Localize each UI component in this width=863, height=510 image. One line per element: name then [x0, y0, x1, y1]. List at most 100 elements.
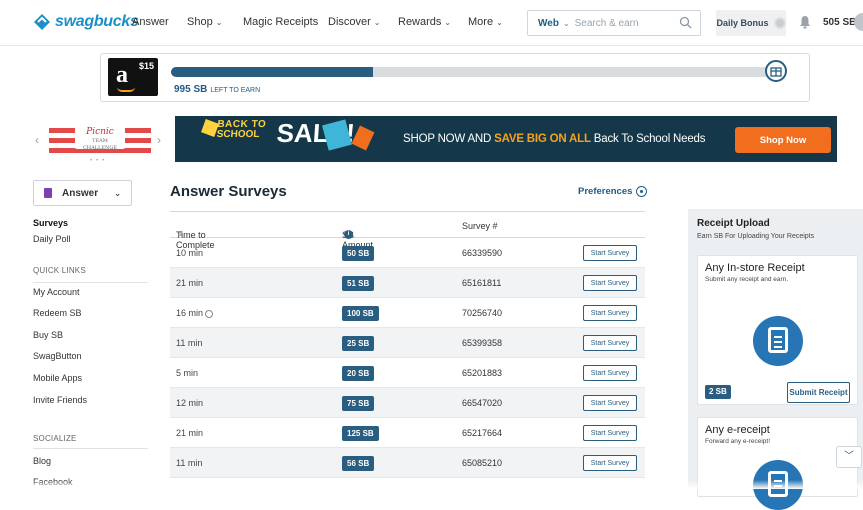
survey-sb-badge: 51 SB	[342, 276, 375, 291]
survey-time-value: 12 min	[176, 398, 204, 408]
nav-answer-label: Answer	[132, 16, 169, 28]
receipt-line	[773, 346, 782, 348]
card-title: Any e-receipt	[705, 424, 770, 436]
receipt-upload-subtitle: Earn SB For Uploading Your Receipts	[697, 233, 815, 240]
table-row: 5 min 20 SB 65201883 Start Survey	[170, 358, 645, 388]
page-title: Answer Surveys	[170, 183, 287, 200]
goal-tracker[interactable]: a $15 995 SB LEFT TO EARN	[100, 53, 810, 102]
survey-id: 65399358	[462, 338, 503, 348]
carousel-next-icon[interactable]: ›	[157, 133, 161, 147]
nav-shop-label: Shop	[187, 16, 213, 28]
receipt-paper	[767, 327, 788, 353]
nav-discover[interactable]: Discover ⌄	[328, 16, 381, 28]
card-subtitle: Forward any e-receipt!	[705, 438, 771, 445]
goal-progress-fill	[171, 67, 373, 77]
sidebar-item-daily-poll[interactable]: Daily Poll	[33, 234, 71, 244]
survey-sb-badge: 20 SB	[342, 366, 375, 381]
scroll-down-icon[interactable]: ﹀	[836, 446, 862, 468]
survey-sb-badge: 75 SB	[342, 396, 375, 411]
nav-magic-receipts[interactable]: Magic Receipts	[243, 16, 318, 28]
avatar[interactable]	[854, 13, 863, 31]
survey-time: 16 min	[176, 308, 214, 318]
survey-sb-badge: 50 SB	[342, 246, 375, 261]
goal-remaining-note: LEFT TO EARN	[210, 87, 261, 94]
survey-time: 21 min	[176, 428, 203, 438]
start-survey-button[interactable]: Start Survey	[583, 425, 637, 441]
sb-balance[interactable]: 505 SB	[823, 17, 856, 28]
start-survey-button[interactable]: Start Survey	[583, 335, 637, 351]
search-scope-select[interactable]: Web	[538, 18, 559, 29]
sort-icon: ⇕	[178, 231, 184, 238]
start-survey-button[interactable]: Start Survey	[583, 365, 637, 381]
table-header: Time to Complete⇕ SB Amount⇕i Survey #	[170, 211, 645, 250]
survey-time-value: 21 min	[176, 278, 204, 288]
start-survey-button[interactable]: Start Survey	[583, 275, 637, 291]
banner-message-pre: SHOP NOW AND	[403, 133, 495, 145]
survey-time-value: 16 min	[176, 308, 204, 318]
survey-id: 66547020	[462, 398, 503, 408]
carousel-dots[interactable]: •••	[90, 158, 108, 164]
nav-answer[interactable]: Answer	[132, 16, 169, 28]
amazon-gift-card-icon: a $15	[108, 58, 158, 96]
start-survey-button[interactable]: Start Survey	[583, 305, 637, 321]
table-body: 10 min 50 SB 66339590 Start Survey 21 min 51 …	[170, 238, 645, 478]
survey-time: 21 min	[176, 278, 203, 288]
surveys-table: Time to Complete⇕ SB Amount⇕i Survey # 1…	[170, 211, 645, 478]
survey-time: 10 min	[176, 248, 203, 258]
daily-bonus-label: Daily Bonus	[716, 18, 769, 28]
sidebar-item-swagbutton[interactable]: SwagButton	[33, 351, 82, 361]
carousel-prev-icon[interactable]: ‹	[35, 133, 39, 147]
submit-receipt-button[interactable]: Submit Receipt	[787, 382, 850, 403]
promo-carousel: ‹ Picnic TEAM CHALLENGE ›	[35, 120, 165, 158]
amazon-a-glyph: a	[116, 62, 128, 88]
picnic-challenge-banner[interactable]: Picnic TEAM CHALLENGE	[49, 123, 151, 153]
coin-icon	[773, 17, 786, 29]
sidebar-item-buy-sb[interactable]: Buy SB	[33, 330, 63, 340]
shop-now-button[interactable]: Shop Now	[735, 127, 831, 153]
notifications-bell-icon[interactable]	[799, 15, 811, 29]
receipt-line	[773, 341, 782, 343]
sidebar-item-my-account[interactable]: My Account	[33, 287, 80, 297]
sidebar-item-mobile-apps[interactable]: Mobile Apps	[33, 373, 82, 383]
chevron-down-icon: ⌄	[215, 18, 223, 27]
chevron-down-icon: ⌄	[373, 18, 381, 27]
goal-progress-bar	[171, 67, 783, 77]
sidebar-item-redeem-sb[interactable]: Redeem SB	[33, 308, 82, 318]
answer-section-select[interactable]: Answer ⌄	[33, 180, 132, 206]
survey-time-value: 11 min	[176, 338, 203, 348]
picnic-title: Picnic	[86, 127, 114, 137]
nav-shop[interactable]: Shop ⌄	[187, 16, 222, 28]
sidebar-item-invite-friends[interactable]: Invite Friends	[33, 395, 87, 405]
back-to-school-logo: BACK TO SCHOOL SALE!	[216, 118, 356, 148]
preferences-link[interactable]: Preferences	[578, 186, 648, 197]
chevron-down-icon: ⌄	[496, 18, 503, 27]
swagbucks-logo[interactable]: swagbucks	[33, 13, 139, 31]
back-to-school-banner[interactable]: BACK TO SCHOOL SALE! SHOP NOW AND SAVE B…	[175, 116, 837, 162]
goal-remaining: 995 SB LEFT TO EARN	[174, 84, 260, 95]
banner-message: SHOP NOW AND SAVE BIG ON ALL Back To Sch…	[403, 133, 705, 145]
nav-more[interactable]: More ⌄	[468, 16, 503, 28]
search-icon[interactable]	[679, 16, 692, 29]
picnic-label: Picnic TEAM CHALLENGE	[75, 127, 125, 151]
table-row: 21 min 51 SB 65161811 Start Survey	[170, 268, 645, 298]
search-bar[interactable]: Web ⌄ Search & earn	[527, 10, 701, 36]
survey-time-value: 11 min	[176, 458, 203, 468]
sidebar-item-surveys[interactable]: Surveys	[33, 218, 68, 228]
survey-time: 5 min	[176, 368, 198, 378]
start-survey-button[interactable]: Start Survey	[583, 395, 637, 411]
gift-icon	[765, 60, 787, 82]
survey-sb-badge: 56 SB	[342, 456, 375, 471]
sidebar-quick-links-header: QUICK LINKS	[33, 266, 86, 275]
survey-time: 12 min	[176, 398, 203, 408]
search-input[interactable]: Search & earn	[575, 18, 639, 29]
sidebar-divider	[33, 282, 148, 283]
start-survey-button[interactable]: Start Survey	[583, 455, 637, 471]
start-survey-button[interactable]: Start Survey	[583, 245, 637, 261]
nav-rewards[interactable]: Rewards ⌄	[398, 16, 451, 28]
preferences-label: Preferences	[578, 186, 633, 197]
daily-bonus-button[interactable]: Daily Bonus	[716, 10, 786, 36]
goal-remaining-amount: 995 SB	[174, 84, 208, 95]
amazon-smile-mark	[117, 87, 135, 92]
chevron-down-icon: ⌄	[444, 18, 452, 27]
sidebar-item-blog[interactable]: Blog	[33, 456, 51, 466]
